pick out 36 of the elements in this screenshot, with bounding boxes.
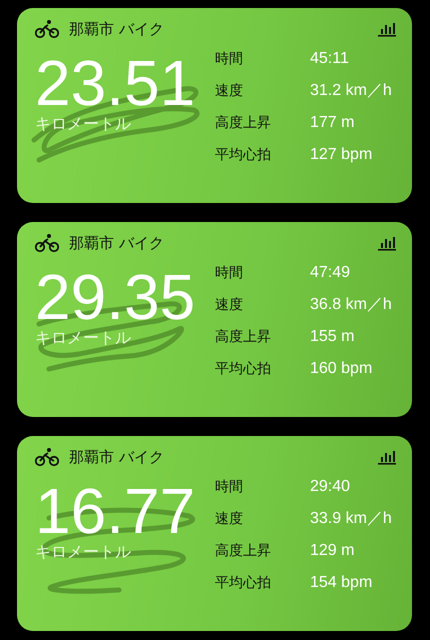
stat-value: 127 bpm <box>310 145 374 165</box>
chart-icon[interactable] <box>378 235 396 251</box>
stat-value: 45:11 <box>310 49 350 69</box>
workout-card[interactable]: 那覇市 バイク 16.77 キロメートル 時間 29:40 速度 33.9 km／h 高度上昇 129 m 平均心拍 154 bpm <box>17 436 412 631</box>
stat-label: 平均心拍 <box>215 574 272 593</box>
stat-label: 高度上昇 <box>215 114 272 133</box>
stat-value: 129 m <box>310 541 356 561</box>
stat-label: 時間 <box>215 50 244 69</box>
stat-label: 時間 <box>215 478 244 497</box>
cyclist-icon <box>35 447 59 467</box>
stat-label: 高度上昇 <box>215 542 272 561</box>
chart-icon[interactable] <box>378 21 396 37</box>
stat-value: 33.9 km／h <box>310 509 392 529</box>
stat-label: 高度上昇 <box>215 328 272 347</box>
stat-value: 177 m <box>310 113 356 133</box>
cyclist-icon <box>35 19 59 39</box>
stat-value: 155 m <box>310 327 356 347</box>
workout-title: 那覇市 バイク <box>69 20 165 38</box>
stat-label: 平均心拍 <box>215 146 272 165</box>
stat-label: 速度 <box>215 82 244 101</box>
stat-value: 47:49 <box>310 263 352 283</box>
stat-value: 154 bpm <box>310 573 374 593</box>
cyclist-icon <box>35 233 59 253</box>
workout-title: 那覇市 バイク <box>69 448 165 466</box>
stat-value: 36.8 km／h <box>310 295 392 315</box>
chart-icon[interactable] <box>378 449 396 465</box>
stat-value: 31.2 km／h <box>310 81 392 101</box>
workout-card[interactable]: 那覇市 バイク 29.35 キロメートル 時間 47:49 速度 36.8 km／h 高度上昇 155 m 平均心拍 160 bpm <box>17 222 412 417</box>
stat-value: 160 bpm <box>310 359 374 379</box>
stat-label: 平均心拍 <box>215 360 272 379</box>
workout-card[interactable]: 那覇市 バイク 23.51 キロメートル 時間 45:11 速度 31.2 km／h 高度上昇 177 m 平均心拍 127 bpm <box>17 8 412 203</box>
workout-title: 那覇市 バイク <box>69 234 165 252</box>
stat-value: 29:40 <box>310 477 352 497</box>
stat-label: 速度 <box>215 510 244 529</box>
stat-label: 時間 <box>215 264 244 283</box>
stat-label: 速度 <box>215 296 244 315</box>
